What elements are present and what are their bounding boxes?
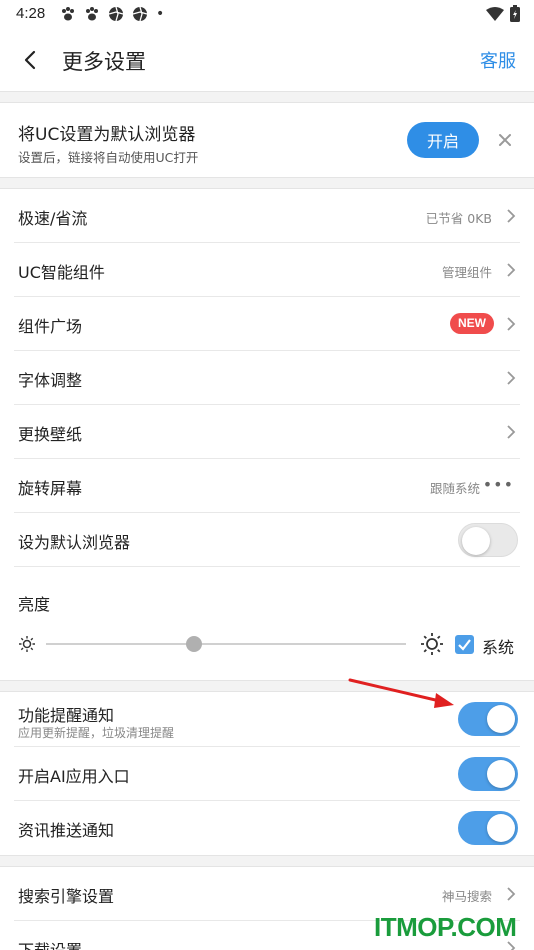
toggle-knob [487, 705, 515, 733]
setting-sublabel: 应用更新提醒，垃圾清理提醒 [18, 726, 175, 740]
wifi-icon [486, 6, 504, 21]
check-icon [458, 639, 471, 651]
system-brightness-label: 系统 [482, 638, 515, 657]
paw-icon [62, 7, 74, 21]
more-notifications-dot: • [156, 6, 165, 22]
chevron-right-icon [507, 371, 516, 385]
setting-label: 组件广场 [18, 317, 83, 336]
setting-label: 设为默认浏览器 [18, 533, 131, 552]
brightness-low-icon [19, 636, 35, 652]
feature-notify-toggle[interactable] [458, 702, 518, 736]
setting-row-rotate[interactable]: 旋转屏幕 跟随系统 ••• [14, 459, 520, 513]
toggle-knob [462, 527, 490, 555]
chevron-right-icon [507, 317, 516, 331]
section-divider [0, 91, 534, 103]
setting-label: 旋转屏幕 [18, 479, 83, 498]
chevron-right-icon [507, 425, 516, 439]
toggle-knob [487, 760, 515, 788]
chevron-right-icon [507, 887, 516, 901]
setting-value: 已节省 0KB [425, 211, 492, 226]
customer-service-link[interactable]: 客服 [480, 47, 516, 73]
page-title: 更多设置 [62, 50, 146, 74]
status-time: 4:28 [16, 5, 46, 22]
top-bar: 更多设置 客服 [0, 30, 534, 90]
default-browser-toggle[interactable] [458, 523, 518, 557]
chevron-right-icon [507, 209, 516, 223]
paw-icon [86, 7, 98, 21]
close-icon[interactable] [495, 130, 515, 150]
aperture-icon [108, 6, 124, 22]
setting-row-widgets[interactable]: UC智能组件 管理组件 [14, 243, 520, 297]
setting-value: 跟随系统 [429, 481, 480, 496]
annotation-arrow-icon [348, 678, 454, 708]
banner-subtitle: 设置后，链接将自动使用UC打开 [18, 150, 199, 165]
setting-value: 管理组件 [441, 265, 492, 280]
setting-label: 字体调整 [18, 371, 83, 390]
notification-icons: • [60, 6, 164, 22]
section-divider [0, 855, 534, 867]
battery-icon [510, 5, 520, 22]
setting-value: 神马搜索 [441, 889, 492, 904]
toggle-knob [487, 814, 515, 842]
brightness-label: 亮度 [18, 595, 51, 614]
setting-label: 下载设置 [18, 937, 82, 950]
banner-title: 将UC设置为默认浏览器 [18, 125, 196, 145]
brightness-slider-thumb[interactable] [185, 636, 202, 652]
chevron-right-icon [507, 263, 516, 277]
more-icon[interactable]: ••• [483, 475, 514, 494]
setting-row-speed[interactable]: 极速/省流 已节省 0KB [14, 189, 520, 243]
setting-row-ai-entry: 开启AI应用入口 [14, 747, 520, 801]
ai-entry-toggle[interactable] [458, 757, 518, 791]
chevron-left-icon [24, 50, 36, 70]
setting-row-widget-plaza[interactable]: 组件广场 NEW [14, 297, 520, 351]
setting-label: 极速/省流 [18, 209, 88, 228]
setting-label: 资讯推送通知 [18, 821, 115, 840]
news-push-toggle[interactable] [458, 811, 518, 845]
new-badge: NEW [450, 313, 494, 334]
brightness-control: 系统 [18, 630, 518, 660]
system-brightness-checkbox[interactable] [455, 635, 474, 654]
enable-default-button[interactable]: 开启 [407, 122, 479, 158]
setting-label: 开启AI应用入口 [18, 767, 130, 786]
back-button[interactable] [14, 44, 46, 76]
setting-label: 更换壁纸 [18, 425, 83, 444]
setting-label: 搜索引擎设置 [18, 887, 115, 906]
aperture-icon [132, 6, 148, 22]
setting-label: 功能提醒通知 [18, 706, 115, 725]
brightness-high-icon [421, 633, 443, 655]
status-bar: 4:28 • [0, 0, 534, 28]
watermark: ITMOP.COM [374, 912, 517, 942]
setting-row-news-push: 资讯推送通知 [14, 801, 520, 855]
setting-row-default-browser: 设为默认浏览器 [14, 513, 520, 567]
setting-label: UC智能组件 [18, 263, 105, 282]
section-divider [0, 177, 534, 189]
brightness-slider-track[interactable] [46, 643, 406, 645]
setting-row-wallpaper[interactable]: 更换壁纸 [14, 405, 520, 459]
setting-row-font[interactable]: 字体调整 [14, 351, 520, 405]
